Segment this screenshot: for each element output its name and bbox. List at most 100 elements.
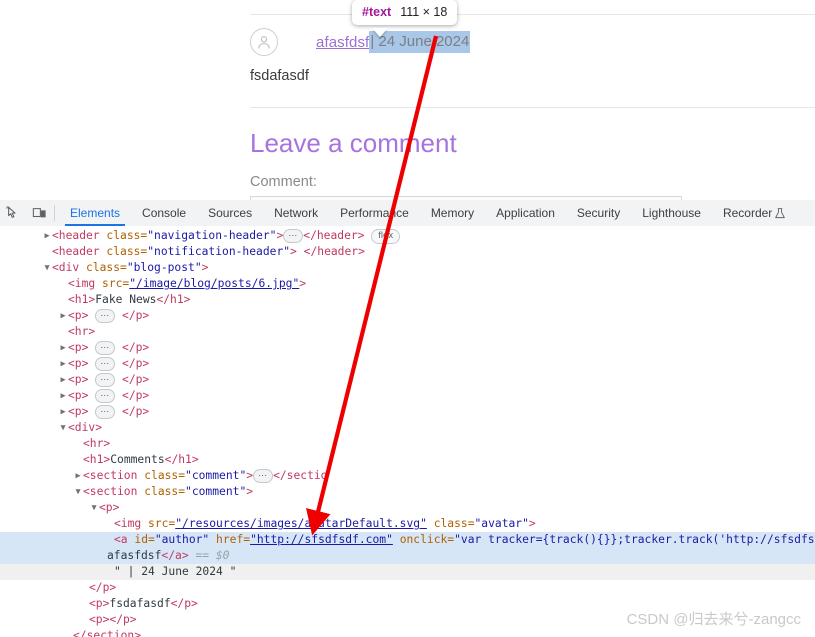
dom-row[interactable]: <section class="comment">⋯</sectio: [0, 468, 815, 484]
collapsed-content-icon[interactable]: ⋯: [95, 405, 116, 419]
dom-row[interactable]: <p> ⋯ </p>: [0, 388, 815, 404]
tab-memory[interactable]: Memory: [420, 200, 485, 226]
expand-triangle[interactable]: [58, 308, 68, 324]
dom-row[interactable]: <p> ⋯ </p>: [0, 356, 815, 372]
collapsed-content-icon[interactable]: ⋯: [95, 373, 116, 387]
dom-row[interactable]: <h1>Fake News</h1>: [0, 292, 815, 308]
tab-console[interactable]: Console: [131, 200, 197, 226]
comment-field-label: Comment:: [250, 174, 317, 190]
dom-attr: class=: [99, 245, 148, 258]
dom-endtag: </p>: [122, 341, 150, 354]
dom-value: "comment": [185, 485, 247, 498]
dom-value-href[interactable]: "http://sfsdfsdf.com": [250, 533, 393, 546]
dom-value-url[interactable]: "/resources/images/avatarDefault.svg": [175, 517, 427, 530]
inspect-cursor-icon[interactable]: [0, 200, 26, 226]
dom-endtag: </section>: [73, 629, 142, 637]
flex-badge[interactable]: flex: [371, 229, 401, 244]
tab-recorder[interactable]: Recorder: [712, 200, 774, 226]
dom-endtag: </a>: [161, 549, 189, 562]
dom-endtag: </sectio: [273, 469, 328, 482]
tab-application[interactable]: Application: [485, 200, 566, 226]
dom-attr: class=: [99, 229, 148, 242]
collapse-triangle[interactable]: [73, 484, 83, 500]
collapsed-content-icon[interactable]: ⋯: [95, 341, 116, 355]
collapse-triangle[interactable]: [89, 500, 99, 516]
tooltip-dimensions: 111 × 18: [400, 5, 448, 19]
tab-performance-label: Performance: [340, 206, 409, 220]
dom-value-url[interactable]: "/image/blog/posts/6.jpg": [129, 277, 299, 290]
toolbar-separator: [54, 205, 55, 221]
collapsed-content-icon[interactable]: ⋯: [95, 357, 116, 371]
tab-network[interactable]: Network: [263, 200, 329, 226]
expand-triangle[interactable]: [73, 468, 83, 484]
expand-triangle[interactable]: [58, 404, 68, 420]
tab-security[interactable]: Security: [566, 200, 631, 226]
dom-row[interactable]: <p> ⋯ </p>: [0, 404, 815, 420]
leave-a-comment-heading: Leave a comment: [250, 128, 457, 158]
collapsed-content-icon[interactable]: ⋯: [95, 309, 116, 323]
tab-elements[interactable]: Elements: [59, 200, 131, 226]
dom-attr: id=: [127, 533, 155, 546]
dom-tag: <p>: [68, 341, 89, 354]
collapsed-content-icon[interactable]: ⋯: [253, 469, 274, 483]
dom-row-text-node[interactable]: " | 24 June 2024 ": [0, 564, 815, 580]
dom-tree[interactable]: <header class="navigation-header">⋯</hea…: [0, 226, 815, 637]
dom-value: "blog-post": [126, 261, 202, 274]
dom-attr: src=: [95, 277, 130, 290]
avatar: [250, 28, 278, 56]
collapse-triangle[interactable]: [42, 260, 52, 276]
selected-node-marker: == $0: [195, 549, 230, 562]
tab-sources[interactable]: Sources: [197, 200, 263, 226]
dom-row[interactable]: <p> ⋯ </p>: [0, 372, 815, 388]
dom-endtag: </p>: [122, 389, 150, 402]
dom-close: >: [246, 469, 254, 482]
dom-attr2: href=: [209, 533, 251, 546]
expand-triangle[interactable]: [58, 356, 68, 372]
expand-triangle[interactable]: [58, 372, 68, 388]
dom-row[interactable]: <h1>Comments</h1>: [0, 452, 815, 468]
collapse-triangle[interactable]: [58, 420, 68, 436]
dom-row[interactable]: <div class="blog-post">: [0, 260, 815, 276]
dom-attr3: onclick=: [392, 533, 455, 546]
collapsed-content-icon[interactable]: ⋯: [283, 229, 304, 243]
expand-triangle[interactable]: [58, 388, 68, 404]
device-toolbar-icon[interactable]: [26, 200, 52, 226]
dom-row[interactable]: <hr>: [0, 436, 815, 452]
dom-row-selected-continued[interactable]: afasfdsf</a> == $0: [0, 548, 815, 564]
dom-tag: <p>: [68, 389, 89, 402]
dom-row[interactable]: <header class="notification-header"> </h…: [0, 244, 815, 260]
dom-attr: class=: [137, 469, 186, 482]
comment-author-link[interactable]: afasfdsf: [316, 34, 369, 51]
collapsed-content-icon[interactable]: ⋯: [95, 389, 116, 403]
expand-triangle[interactable]: [42, 228, 52, 244]
dom-row[interactable]: </section>: [0, 628, 815, 637]
tab-performance[interactable]: Performance: [329, 200, 420, 226]
dom-row-selected[interactable]: <a id="author" href="http://sfsdfsdf.com…: [0, 532, 815, 548]
dom-tag: <h1>: [83, 453, 111, 466]
dom-value: "author": [154, 533, 210, 546]
dom-row[interactable]: <img src="/image/blog/posts/6.jpg">: [0, 276, 815, 292]
dom-tag: <hr>: [83, 437, 111, 450]
dom-tag: <div: [52, 261, 80, 274]
tab-memory-label: Memory: [430, 206, 475, 220]
dom-endtag: </h1>: [156, 293, 191, 306]
tab-lighthouse-label: Lighthouse: [642, 206, 701, 220]
expand-triangle[interactable]: [58, 340, 68, 356]
dom-row[interactable]: <section class="comment">: [0, 484, 815, 500]
tab-security-label: Security: [576, 206, 621, 220]
tab-lighthouse[interactable]: Lighthouse: [631, 200, 712, 226]
dom-row[interactable]: <header class="navigation-header">⋯</hea…: [0, 228, 815, 244]
dom-row[interactable]: <p> ⋯ </p>: [0, 340, 815, 356]
dom-row[interactable]: <p> ⋯ </p>: [0, 308, 815, 324]
dom-tag: <p>: [99, 501, 120, 514]
dom-row[interactable]: <div>: [0, 420, 815, 436]
dom-row[interactable]: <p>: [0, 500, 815, 516]
dom-value: "navigation-header": [147, 229, 277, 242]
dom-row[interactable]: </p>: [0, 580, 815, 596]
dom-row[interactable]: <img src="/resources/images/avatarDefaul…: [0, 516, 815, 532]
dom-row[interactable]: <hr>: [0, 324, 815, 340]
dom-value2: "avatar": [474, 517, 529, 530]
tooltip-node-name: #text: [362, 5, 392, 19]
tooltip-pointer: [372, 28, 388, 37]
dom-tag: <p>: [68, 357, 89, 370]
